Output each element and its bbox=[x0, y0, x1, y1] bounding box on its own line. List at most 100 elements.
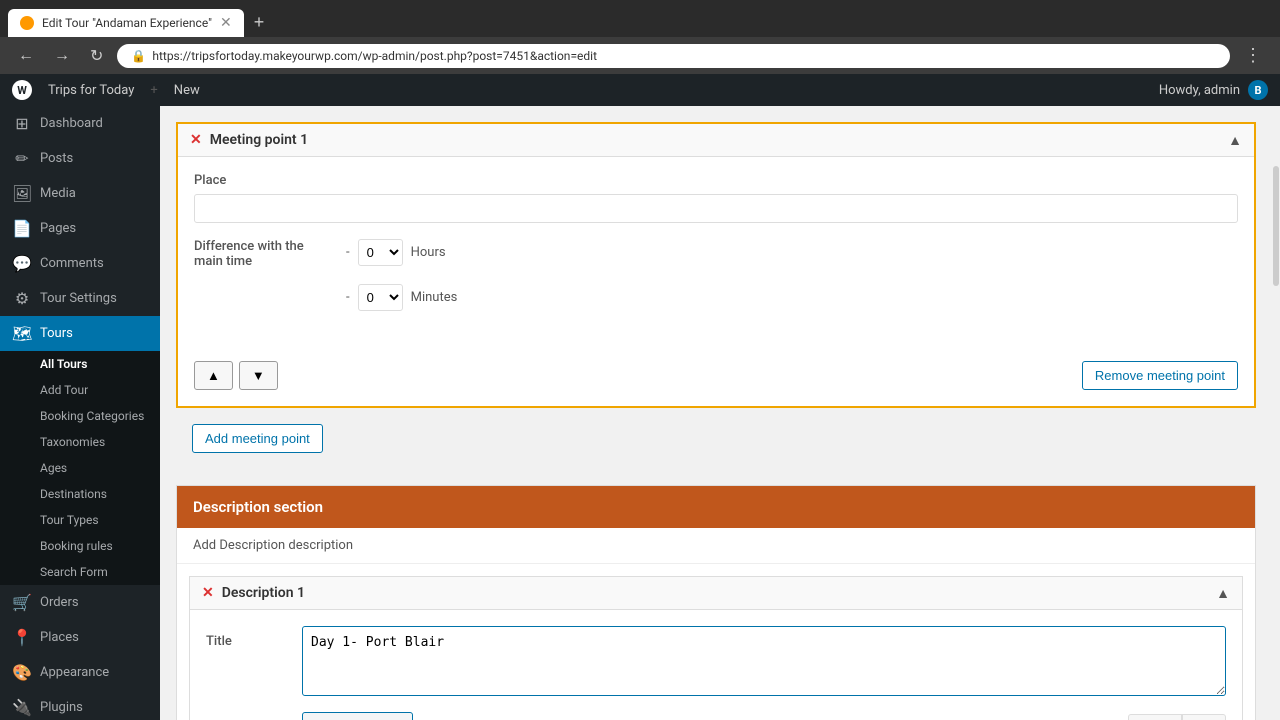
description-label: Description bbox=[206, 712, 286, 720]
meeting-point-header-left: ✕ Meeting point 1 bbox=[190, 132, 308, 148]
sidebar-label-plugins: Plugins bbox=[40, 700, 83, 715]
sidebar-sub-ages[interactable]: Ages bbox=[0, 455, 160, 481]
tab-close-button[interactable]: ✕ bbox=[220, 15, 232, 31]
title-input[interactable]: Day 1- Port Blair bbox=[302, 626, 1226, 696]
description-section-header: Description section bbox=[177, 486, 1255, 528]
description-item-header: ✕ Description 1 ▲ bbox=[190, 577, 1242, 610]
minutes-select[interactable]: 0 15 30 45 bbox=[358, 284, 403, 311]
move-down-button[interactable]: ▼ bbox=[239, 361, 278, 390]
desc-row: Description 🖼 Add Media Visual bbox=[206, 712, 1226, 720]
sidebar-sub-booking-categories[interactable]: Booking Categories bbox=[0, 403, 160, 429]
description-remove-x[interactable]: ✕ bbox=[202, 585, 214, 601]
sidebar-item-plugins[interactable]: 🔌 Plugins bbox=[0, 690, 160, 720]
tab-title: Edit Tour "Andaman Experience" bbox=[42, 16, 212, 30]
sidebar-label-orders: Orders bbox=[40, 595, 79, 610]
tours-icon: 🗺 bbox=[12, 324, 32, 343]
main-content: ✕ Meeting point 1 ▲ Place Difference wit… bbox=[160, 106, 1272, 720]
sidebar-label-media: Media bbox=[40, 186, 76, 201]
back-button[interactable]: ← bbox=[12, 45, 40, 67]
description-item-title: Description 1 bbox=[222, 585, 305, 601]
sidebar-item-places[interactable]: 📍 Places bbox=[0, 620, 160, 655]
site-name-link[interactable]: Trips for Today bbox=[48, 83, 134, 98]
meeting-point-body: Place Difference with the main time - 0 … bbox=[178, 157, 1254, 353]
url-bar[interactable]: 🔒 https://tripsfortoday.makeyourwp.com/w… bbox=[117, 44, 1230, 68]
tab-bar: Edit Tour "Andaman Experience" ✕ + bbox=[0, 0, 1280, 37]
meeting-point-remove-x[interactable]: ✕ bbox=[190, 132, 202, 148]
sidebar-item-dashboard[interactable]: ⊞ Dashboard bbox=[0, 106, 160, 141]
text-button[interactable]: Text bbox=[1182, 714, 1226, 720]
sidebar-label-places: Places bbox=[40, 630, 79, 645]
hours-row: - 0 1 2 3 4 5 6 7 8 bbox=[346, 239, 457, 266]
description-collapse-button[interactable]: ▲ bbox=[1216, 585, 1230, 601]
diff-inputs: - 0 1 2 3 4 5 6 7 8 bbox=[346, 239, 457, 321]
diff-label: Difference with the main time bbox=[194, 239, 334, 269]
sidebar-item-tour-settings[interactable]: ⚙ Tour Settings bbox=[0, 281, 160, 316]
diff-section: Difference with the main time - 0 1 2 3 … bbox=[194, 239, 1238, 321]
sidebar-label-appearance: Appearance bbox=[40, 665, 109, 680]
posts-icon: ✏ bbox=[12, 149, 32, 168]
place-input[interactable] bbox=[194, 194, 1238, 223]
admin-avatar: B bbox=[1248, 80, 1268, 100]
meeting-point-box: ✕ Meeting point 1 ▲ Place Difference wit… bbox=[176, 122, 1256, 408]
wp-topbar: W Trips for Today + New Howdy, admin B bbox=[0, 74, 1280, 106]
visual-text-toggle: Visual Text bbox=[1128, 714, 1226, 720]
scrollbar-thumb[interactable] bbox=[1273, 166, 1279, 286]
dashboard-icon: ⊞ bbox=[12, 114, 32, 133]
browser-menu-button[interactable]: ⋮ bbox=[1238, 43, 1268, 68]
appearance-icon: 🎨 bbox=[12, 663, 32, 682]
wp-logo: W bbox=[12, 80, 32, 100]
desc-toolbar: 🖼 Add Media Visual Text bbox=[302, 712, 1226, 720]
right-scrollbar bbox=[1272, 106, 1280, 720]
refresh-button[interactable]: ↻ bbox=[84, 44, 109, 68]
forward-button[interactable]: → bbox=[48, 45, 76, 67]
sidebar-sub-tour-types[interactable]: Tour Types bbox=[0, 507, 160, 533]
minutes-dash: - bbox=[346, 290, 350, 305]
minutes-unit: Minutes bbox=[411, 290, 458, 305]
meeting-point-collapse-button[interactable]: ▲ bbox=[1228, 132, 1242, 148]
sidebar-sub-search-form[interactable]: Search Form bbox=[0, 559, 160, 585]
add-media-button[interactable]: 🖼 Add Media bbox=[302, 712, 413, 720]
sidebar-item-appearance[interactable]: 🎨 Appearance bbox=[0, 655, 160, 690]
tours-submenu: All Tours Add Tour Booking Categories Ta… bbox=[0, 351, 160, 585]
sidebar-label-posts: Posts bbox=[40, 151, 73, 166]
title-label: Title bbox=[206, 626, 286, 649]
sidebar-item-orders[interactable]: 🛒 Orders bbox=[0, 585, 160, 620]
new-link[interactable]: New bbox=[174, 83, 200, 98]
sidebar-label-tours: Tours bbox=[40, 326, 73, 341]
tab-favicon bbox=[20, 16, 34, 30]
description-section-wrapper: Description section Add Description desc… bbox=[176, 485, 1256, 720]
move-up-button[interactable]: ▲ bbox=[194, 361, 233, 390]
media-icon: 🖼 bbox=[12, 184, 32, 203]
orders-icon: 🛒 bbox=[12, 593, 32, 612]
sidebar-sub-add-tour[interactable]: Add Tour bbox=[0, 377, 160, 403]
sidebar-item-media[interactable]: 🖼 Media bbox=[0, 176, 160, 211]
sidebar-item-pages[interactable]: 📄 Pages bbox=[0, 211, 160, 246]
sidebar-sub-destinations[interactable]: Destinations bbox=[0, 481, 160, 507]
new-tab-button[interactable]: + bbox=[246, 8, 273, 37]
sidebar-item-posts[interactable]: ✏ Posts bbox=[0, 141, 160, 176]
topbar-right: Howdy, admin B bbox=[1159, 80, 1268, 100]
hours-select[interactable]: 0 1 2 3 4 5 6 7 8 9 bbox=[358, 239, 403, 266]
sidebar-item-tours[interactable]: 🗺 Tours bbox=[0, 316, 160, 351]
remove-meeting-point-button[interactable]: Remove meeting point bbox=[1082, 361, 1238, 390]
sidebar-sub-booking-rules[interactable]: Booking rules bbox=[0, 533, 160, 559]
sidebar-menu: ⊞ Dashboard ✏ Posts 🖼 Media bbox=[0, 106, 160, 720]
address-bar: ← → ↻ 🔒 https://tripsfortoday.makeyourwp… bbox=[0, 37, 1280, 74]
description-intro: Add Description description bbox=[177, 528, 1255, 564]
add-meeting-point-button[interactable]: Add meeting point bbox=[192, 424, 323, 453]
sidebar-item-comments[interactable]: 💬 Comments bbox=[0, 246, 160, 281]
comments-icon: 💬 bbox=[12, 254, 32, 273]
sidebar-label-comments: Comments bbox=[40, 256, 104, 271]
sidebar-sub-taxonomies[interactable]: Taxonomies bbox=[0, 429, 160, 455]
pages-icon: 📄 bbox=[12, 219, 32, 238]
visual-button[interactable]: Visual bbox=[1128, 714, 1182, 720]
meeting-point-footer: ▲ ▼ Remove meeting point bbox=[178, 353, 1254, 406]
add-meeting-point-wrapper: Add meeting point bbox=[176, 424, 1256, 469]
active-tab[interactable]: Edit Tour "Andaman Experience" ✕ bbox=[8, 9, 244, 37]
sidebar: ⊞ Dashboard ✏ Posts 🖼 Media bbox=[0, 106, 160, 720]
meeting-point-title: Meeting point 1 bbox=[210, 132, 308, 148]
sidebar-sub-all-tours[interactable]: All Tours bbox=[0, 351, 160, 377]
howdy-text: Howdy, admin bbox=[1159, 83, 1240, 98]
sidebar-label-pages: Pages bbox=[40, 221, 76, 236]
sidebar-label-dashboard: Dashboard bbox=[40, 116, 103, 131]
